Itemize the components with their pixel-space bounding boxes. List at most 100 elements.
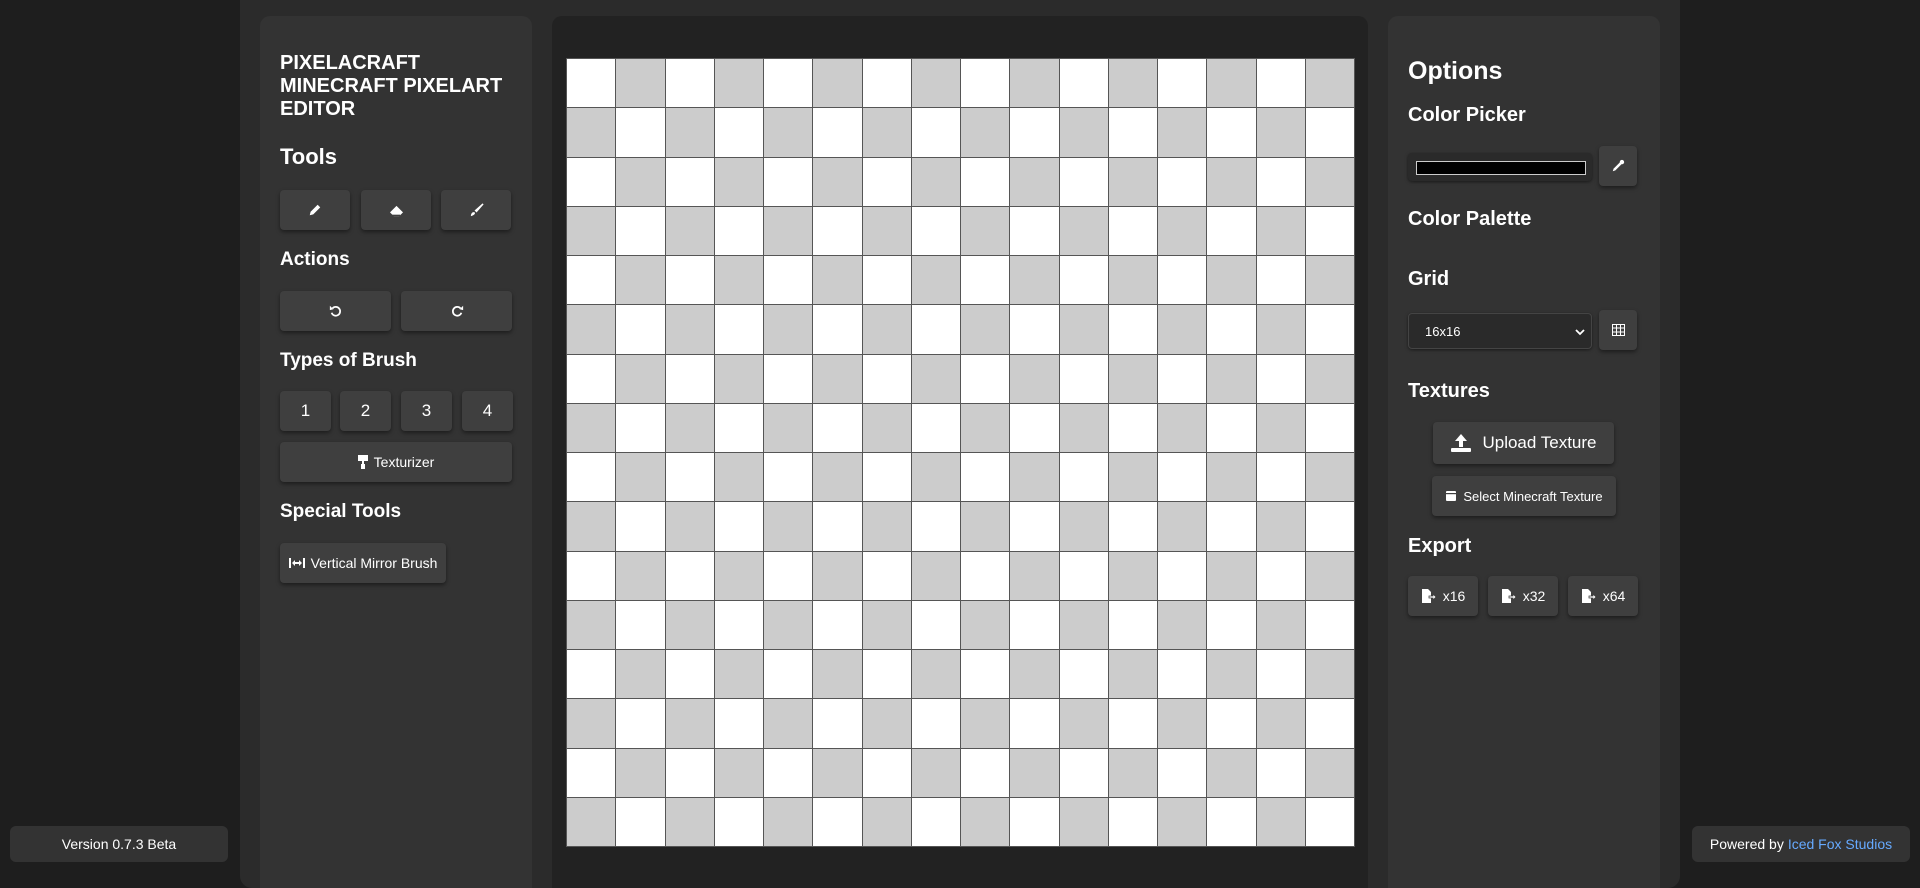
pixel-cell[interactable] <box>1108 453 1157 502</box>
pixel-cell[interactable] <box>813 551 862 600</box>
pixel-cell[interactable] <box>616 551 665 600</box>
pixel-cell[interactable] <box>764 403 813 452</box>
pixel-cell[interactable] <box>1207 699 1256 748</box>
pixel-cell[interactable] <box>616 699 665 748</box>
pixel-cell[interactable] <box>813 748 862 797</box>
brush-type-4-button[interactable]: 4 <box>462 391 513 431</box>
pixel-cell[interactable] <box>862 453 911 502</box>
pixel-cell[interactable] <box>1256 305 1305 354</box>
pixel-cell[interactable] <box>961 354 1010 403</box>
pixel-cell[interactable] <box>1108 748 1157 797</box>
pixel-cell[interactable] <box>616 797 665 846</box>
pixel-cell[interactable] <box>714 59 763 108</box>
pixel-cell[interactable] <box>1059 59 1108 108</box>
pixel-cell[interactable] <box>1059 600 1108 649</box>
pixel-cell[interactable] <box>1010 502 1059 551</box>
pixel-cell[interactable] <box>1305 59 1354 108</box>
pixel-cell[interactable] <box>1108 108 1157 157</box>
pixel-cell[interactable] <box>862 797 911 846</box>
pixel-cell[interactable] <box>665 748 714 797</box>
pixel-cell[interactable] <box>813 157 862 206</box>
pixel-cell[interactable] <box>1207 59 1256 108</box>
pixel-cell[interactable] <box>813 797 862 846</box>
pixel-cell[interactable] <box>813 403 862 452</box>
pixel-cell[interactable] <box>1108 600 1157 649</box>
pixel-cell[interactable] <box>1010 453 1059 502</box>
pixel-cell[interactable] <box>1158 59 1207 108</box>
pixel-cell[interactable] <box>1207 650 1256 699</box>
iced-fox-studios-link[interactable]: Iced Fox Studios <box>1788 836 1892 852</box>
pixel-cell[interactable] <box>911 256 960 305</box>
pixel-cell[interactable] <box>1256 354 1305 403</box>
pixel-cell[interactable] <box>616 403 665 452</box>
pixel-cell[interactable] <box>665 354 714 403</box>
pixel-cell[interactable] <box>911 157 960 206</box>
pixel-cell[interactable] <box>862 354 911 403</box>
pixel-cell[interactable] <box>1256 502 1305 551</box>
pixel-cell[interactable] <box>764 108 813 157</box>
pixel-cell[interactable] <box>911 305 960 354</box>
pixel-cell[interactable] <box>1305 600 1354 649</box>
pixel-cell[interactable] <box>813 305 862 354</box>
pixel-cell[interactable] <box>813 206 862 255</box>
pixel-cell[interactable] <box>665 650 714 699</box>
pixel-cell[interactable] <box>1305 305 1354 354</box>
pixel-cell[interactable] <box>862 502 911 551</box>
pixel-cell[interactable] <box>764 453 813 502</box>
pixel-cell[interactable] <box>961 108 1010 157</box>
pixel-cell[interactable] <box>616 59 665 108</box>
pixel-cell[interactable] <box>714 502 763 551</box>
pixel-cell[interactable] <box>616 256 665 305</box>
pixel-cell[interactable] <box>813 600 862 649</box>
pixel-cell[interactable] <box>813 59 862 108</box>
pixel-cell[interactable] <box>616 305 665 354</box>
pixel-cell[interactable] <box>616 453 665 502</box>
pixel-cell[interactable] <box>764 59 813 108</box>
pixel-cell[interactable] <box>1207 256 1256 305</box>
pixel-cell[interactable] <box>714 600 763 649</box>
pixel-cell[interactable] <box>1207 305 1256 354</box>
pixel-cell[interactable] <box>1059 453 1108 502</box>
pixel-cell[interactable] <box>1305 206 1354 255</box>
pixel-cell[interactable] <box>567 157 616 206</box>
pixel-cell[interactable] <box>665 256 714 305</box>
brush-type-2-button[interactable]: 2 <box>340 391 391 431</box>
pixel-cell[interactable] <box>1256 453 1305 502</box>
pixel-cell[interactable] <box>665 206 714 255</box>
pixel-cell[interactable] <box>862 699 911 748</box>
pixel-cell[interactable] <box>961 305 1010 354</box>
pixel-cell[interactable] <box>862 748 911 797</box>
pixel-cell[interactable] <box>911 797 960 846</box>
pixel-cell[interactable] <box>714 305 763 354</box>
pixel-cell[interactable] <box>911 502 960 551</box>
pixel-cell[interactable] <box>813 650 862 699</box>
pixel-cell[interactable] <box>1305 354 1354 403</box>
export-x32-button[interactable]: x32 <box>1488 576 1558 616</box>
pixel-cell[interactable] <box>1010 600 1059 649</box>
pixel-cell[interactable] <box>567 797 616 846</box>
pixel-cell[interactable] <box>1010 797 1059 846</box>
pixel-cell[interactable] <box>862 157 911 206</box>
pixel-cell[interactable] <box>1256 600 1305 649</box>
pixel-cell[interactable] <box>961 551 1010 600</box>
pixel-cell[interactable] <box>911 699 960 748</box>
pixel-cell[interactable] <box>1108 551 1157 600</box>
pixel-cell[interactable] <box>616 650 665 699</box>
pixel-cell[interactable] <box>665 305 714 354</box>
redo-button[interactable] <box>401 291 512 331</box>
pixel-cell[interactable] <box>862 59 911 108</box>
pixel-cell[interactable] <box>567 59 616 108</box>
pixel-cell[interactable] <box>1059 797 1108 846</box>
pixel-cell[interactable] <box>961 453 1010 502</box>
pixel-cell[interactable] <box>1010 699 1059 748</box>
pixel-cell[interactable] <box>1059 354 1108 403</box>
pixel-cell[interactable] <box>1305 108 1354 157</box>
pixel-cell[interactable] <box>567 600 616 649</box>
pixel-cell[interactable] <box>764 157 813 206</box>
pixel-cell[interactable] <box>1059 157 1108 206</box>
pixel-cell[interactable] <box>961 699 1010 748</box>
pixel-cell[interactable] <box>764 600 813 649</box>
pixel-cell[interactable] <box>567 403 616 452</box>
pixel-cell[interactable] <box>1256 256 1305 305</box>
pixel-cell[interactable] <box>1059 748 1108 797</box>
